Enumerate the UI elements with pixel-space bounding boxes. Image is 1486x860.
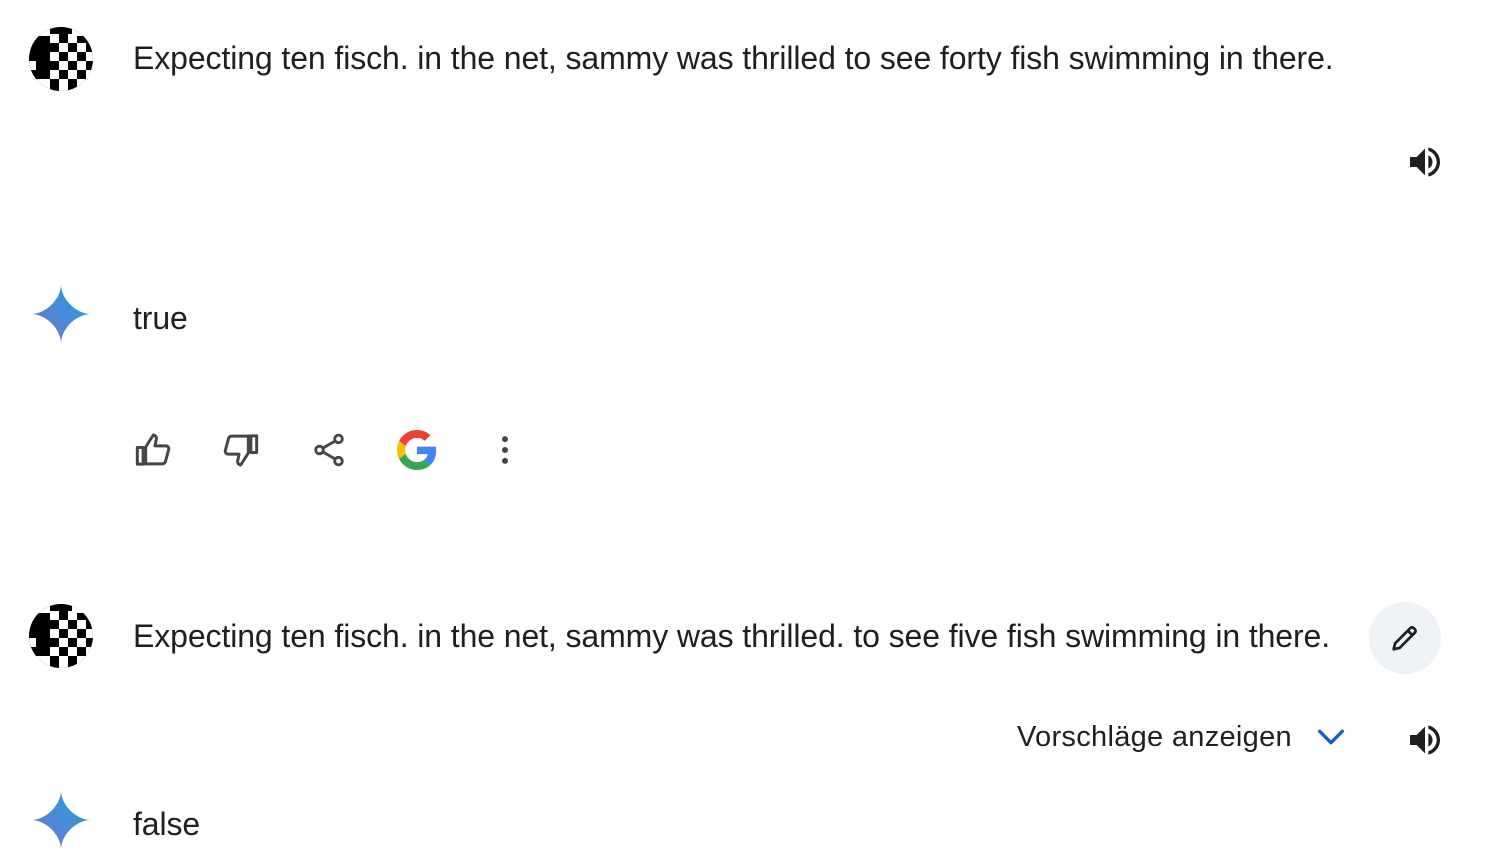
show-suggestions-button[interactable]: Vorschläge anzeigen xyxy=(1017,720,1348,754)
sparkle-icon xyxy=(31,790,91,850)
thumbs-down-icon[interactable] xyxy=(214,424,266,476)
thumbs-up-icon[interactable] xyxy=(128,424,180,476)
assistant-message-text: false xyxy=(133,806,201,842)
speaker-icon[interactable] xyxy=(1399,714,1451,766)
user-avatar-icon xyxy=(28,603,94,669)
show-suggestions-label: Vorschläge anzeigen xyxy=(1017,720,1292,753)
share-icon[interactable] xyxy=(303,424,355,476)
pencil-icon xyxy=(1392,626,1417,651)
user-avatar-icon xyxy=(28,26,94,92)
user-message-text: Expecting ten fisch. in the net, sammy w… xyxy=(133,618,1331,654)
chevron-down-icon xyxy=(1317,729,1345,745)
assistant-message-text: true xyxy=(133,300,188,336)
speaker-icon[interactable] xyxy=(1399,136,1451,188)
sparkle-icon xyxy=(31,284,91,344)
google-g-icon[interactable] xyxy=(391,424,443,476)
more-vert-icon[interactable] xyxy=(479,424,531,476)
user-message-text: Expecting ten fisch. in the net, sammy w… xyxy=(133,40,1334,76)
edit-prompt-button[interactable] xyxy=(1369,602,1441,674)
